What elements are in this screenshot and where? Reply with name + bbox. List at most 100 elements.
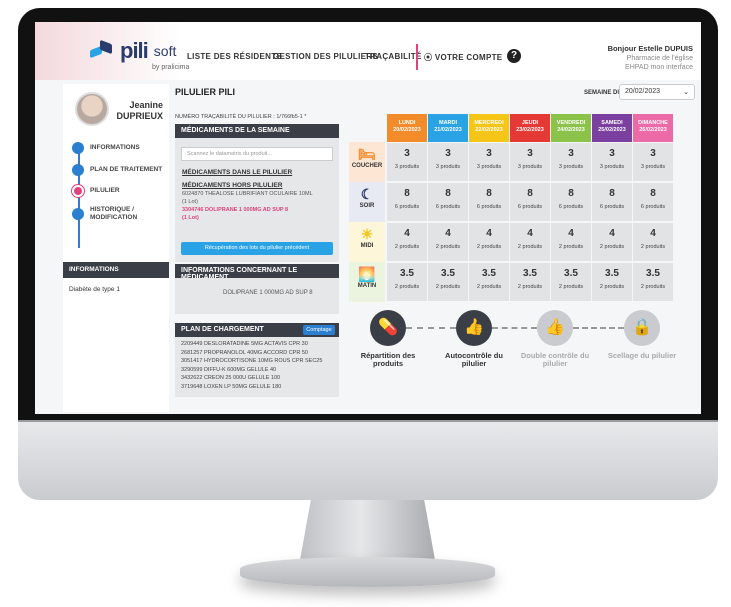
dose-cell[interactable]: 8 6 produits xyxy=(551,183,591,221)
sunrise-icon: 🌅 xyxy=(358,266,376,282)
day-date: 23/02/2023 xyxy=(516,127,544,133)
datamatrix-input[interactable]: Scannez le datamatrix du produit... xyxy=(181,147,333,161)
dose-cell[interactable]: 3.5 2 produits xyxy=(428,263,468,301)
dose-cell[interactable]: 3 3 produits xyxy=(551,143,591,181)
product-count: 6 produits xyxy=(394,204,420,210)
dose-cell[interactable]: 4 2 produits xyxy=(633,223,673,261)
dose-cell[interactable]: 4 2 produits xyxy=(469,223,509,261)
row-coucher: 🛏 COUCHER xyxy=(349,142,385,182)
dose-cell[interactable]: 3 3 produits xyxy=(633,143,673,181)
dose-cell[interactable]: 8 6 produits xyxy=(592,183,632,221)
dose-cell[interactable]: 3 3 produits xyxy=(510,143,550,181)
day-date: 26/02/2023 xyxy=(639,127,667,133)
product-count: 2 produits xyxy=(394,284,420,290)
bird-logo-icon xyxy=(90,39,116,62)
dose-cell[interactable]: 3.5 2 produits xyxy=(510,263,550,301)
dose-cell[interactable]: 3 3 produits xyxy=(428,143,468,181)
dose-value: 4 xyxy=(445,228,451,239)
monitor-base xyxy=(240,557,495,587)
out-med-2[interactable]: 3304746 DOLIPRANE 1 000MG AD SUP 8 xyxy=(182,207,288,214)
dose-cell[interactable]: 3 3 produits xyxy=(592,143,632,181)
dose-cell[interactable]: 8 6 produits xyxy=(387,183,427,221)
sidebar-item-label: HISTORIQUE / MODIFICATION xyxy=(90,206,138,221)
comptage-button[interactable]: Comptage xyxy=(303,325,335,335)
dose-cell[interactable]: 4 2 produits xyxy=(428,223,468,261)
plan-list: 2209449 DESLORATADINE 5MG ACTAVIS CPR 30… xyxy=(181,340,322,391)
dose-cell[interactable]: 3.5 2 produits xyxy=(551,263,591,301)
product-count: 2 produits xyxy=(435,244,461,250)
dose-cell[interactable]: 3.5 2 produits xyxy=(592,263,632,301)
lock-icon[interactable]: 🔒 xyxy=(624,310,660,346)
dose-value: 3 xyxy=(445,148,451,159)
day-header-0[interactable]: LUNDI 20/02/2023 xyxy=(387,114,427,142)
step-connector xyxy=(406,327,456,329)
day-header-3[interactable]: JEUDI 23/02/2023 xyxy=(510,114,550,142)
product-count: 2 produits xyxy=(476,284,502,290)
day-header-1[interactable]: MARDI 21/02/2023 xyxy=(428,114,468,142)
product-count: 2 produits xyxy=(435,284,461,290)
dose-cell[interactable]: 4 2 produits xyxy=(551,223,591,261)
nav-piluliers[interactable]: GESTION DES PILULIERS xyxy=(273,52,378,61)
dose-value: 4 xyxy=(527,228,533,239)
nav-account[interactable]: ⦿ VOTRE COMPTE xyxy=(424,52,502,63)
dose-cell[interactable]: 3 3 produits xyxy=(469,143,509,181)
dose-value: 8 xyxy=(445,188,451,199)
thumb-icon[interactable]: 👍 xyxy=(537,310,573,346)
sidebar-item-informations[interactable]: INFORMATIONS xyxy=(72,142,140,154)
row-label: MATIN xyxy=(357,283,377,289)
dose-cell[interactable]: 4 2 produits xyxy=(510,223,550,261)
product-count: 2 produits xyxy=(640,244,666,250)
dose-cell[interactable]: 3 3 produits xyxy=(387,143,427,181)
sidebar-item-plan[interactable]: PLAN DE TRAITEMENT xyxy=(72,164,162,176)
sidebar-item-pilulier[interactable]: PILULIER xyxy=(72,185,120,197)
dose-value: 4 xyxy=(404,228,410,239)
recup-lots-button[interactable]: Récupération des lots du pilulier précéd… xyxy=(181,242,333,255)
day-header-2[interactable]: MERCREDI 22/02/2023 xyxy=(469,114,509,142)
week-select[interactable]: 20/02/2023 ⌄ xyxy=(619,84,695,100)
dose-cell[interactable]: 8 6 produits xyxy=(469,183,509,221)
product-count: 2 produits xyxy=(599,284,625,290)
dose-value: 8 xyxy=(527,188,533,199)
logo-text: pili xyxy=(120,38,149,63)
patient-first-name: Jeanine xyxy=(129,100,163,110)
sidebar-item-historique[interactable]: HISTORIQUE / MODIFICATION xyxy=(72,206,162,222)
user-greeting: Bonjour Estelle DUPUIS Pharmacie de l'ég… xyxy=(608,44,693,72)
pill-icon[interactable]: 💊 xyxy=(370,310,406,346)
out-pill-title[interactable]: MÉDICAMENTS HORS PILULIER xyxy=(182,182,282,189)
nav-tracabilite[interactable]: TRAÇABILITÉ xyxy=(365,52,422,61)
dose-cell[interactable]: 4 2 produits xyxy=(592,223,632,261)
help-icon[interactable]: ? xyxy=(507,49,521,63)
day-header-4[interactable]: VENDREDI 24/02/2023 xyxy=(551,114,591,142)
nav-residents[interactable]: LISTE DES RÉSIDENTS xyxy=(187,52,282,61)
thumb-icon[interactable]: 👍 xyxy=(456,310,492,346)
meds-week-header: MÉDICAMENTS DE LA SEMAINE xyxy=(175,124,339,138)
dose-cell[interactable]: 3.5 2 produits xyxy=(469,263,509,301)
dose-value: 8 xyxy=(568,188,574,199)
day-header-6[interactable]: DIMANCHE 26/02/2023 xyxy=(633,114,673,142)
product-count: 3 produits xyxy=(558,164,584,170)
dose-cell[interactable]: 3.5 2 produits xyxy=(633,263,673,301)
dose-value: 3.5 xyxy=(441,268,455,279)
product-count: 6 produits xyxy=(517,204,543,210)
sidebar: Jeanine DUPRIEUX INFORMATIONS PLAN DE TR… xyxy=(63,84,169,412)
day-name: MERCREDI xyxy=(474,120,504,126)
row-label: COUCHER xyxy=(351,163,383,169)
dose-value: 4 xyxy=(568,228,574,239)
app-logo[interactable]: pili soft by pralicima xyxy=(90,38,189,71)
dose-cell[interactable]: 3.5 2 produits xyxy=(387,263,427,301)
day-name: DIMANCHE xyxy=(638,120,668,126)
screen: pili soft by pralicima LISTE DES RÉSIDEN… xyxy=(35,22,701,414)
dose-cell[interactable]: 4 2 produits xyxy=(387,223,427,261)
ehpad-name: EHPAD mon interface xyxy=(625,64,693,71)
in-pill-title[interactable]: MÉDICAMENTS DANS LE PILULIER xyxy=(182,169,292,176)
patient-name: Jeanine DUPRIEUX xyxy=(111,100,163,122)
product-count: 6 produits xyxy=(599,204,625,210)
info-panel-title: INFORMATIONS xyxy=(63,262,169,278)
dose-cell[interactable]: 8 6 produits xyxy=(428,183,468,221)
dose-cell[interactable]: 8 6 produits xyxy=(633,183,673,221)
dose-cell[interactable]: 8 6 produits xyxy=(510,183,550,221)
day-header-5[interactable]: SAMEDI 25/02/2023 xyxy=(592,114,632,142)
out-med-1-lot: (1 Lot) xyxy=(182,199,198,205)
out-med-2-lot: (1 Lot) xyxy=(182,215,199,221)
monitor-chin-edge xyxy=(18,420,718,422)
